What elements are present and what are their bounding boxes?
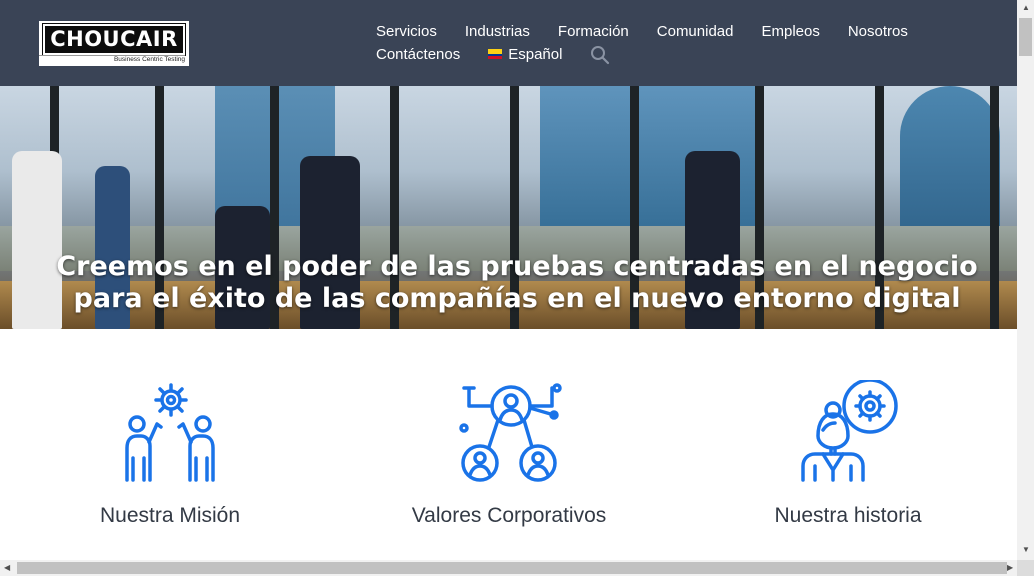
- scroll-up-arrow-icon[interactable]: ▲: [1022, 4, 1030, 12]
- language-selector[interactable]: Español: [488, 46, 562, 63]
- nav-servicios[interactable]: Servicios: [376, 23, 437, 40]
- nav-formacion[interactable]: Formación: [558, 23, 629, 40]
- vertical-scrollbar[interactable]: ▲ ▼: [1017, 0, 1034, 560]
- nav-row-1: Servicios Industrias Formación Comunidad…: [376, 20, 936, 43]
- nav-comunidad[interactable]: Comunidad: [657, 23, 734, 40]
- feature-historia-title[interactable]: Nuestra historia: [698, 504, 998, 528]
- nav-empleos[interactable]: Empleos: [761, 23, 819, 40]
- logo-tagline: Business Centric Testing: [39, 55, 185, 63]
- hero-line-1: Creemos en el poder de las pruebas centr…: [56, 251, 978, 282]
- nav-row-2: Contáctenos Español: [376, 43, 936, 66]
- scroll-left-arrow-icon[interactable]: ◀: [4, 564, 10, 572]
- scroll-down-arrow-icon[interactable]: ▼: [1022, 546, 1030, 554]
- teamwork-gear-icon: [125, 383, 215, 482]
- hero-line-2: para el éxito de las compañías en el nue…: [73, 283, 961, 314]
- scroll-right-arrow-icon[interactable]: ▶: [1007, 564, 1013, 572]
- network-people-icon: [459, 383, 562, 482]
- main-nav: Servicios Industrias Formación Comunidad…: [376, 20, 936, 66]
- feature-valores-title[interactable]: Valores Corporativos: [359, 504, 659, 528]
- horizontal-scroll-thumb[interactable]: [17, 562, 1007, 574]
- hero-banner: Creemos en el poder de las pruebas centr…: [0, 86, 1017, 329]
- choucair-logo[interactable]: CHOUCAIR Business Centric Testing: [39, 21, 189, 66]
- search-icon[interactable]: [590, 45, 610, 65]
- feature-valores[interactable]: Valores Corporativos: [359, 380, 659, 527]
- logo-name: CHOUCAIR: [50, 27, 178, 51]
- person-gear-icon: [801, 380, 898, 482]
- nav-nosotros[interactable]: Nosotros: [848, 23, 908, 40]
- language-label: Español: [508, 46, 563, 63]
- logo-box: CHOUCAIR: [42, 23, 186, 56]
- colombia-flag-icon: [488, 48, 503, 59]
- feature-mision[interactable]: Nuestra Misión: [20, 380, 320, 527]
- hero-headline: Creemos en el poder de las pruebas centr…: [0, 251, 1017, 315]
- nav-contactenos[interactable]: Contáctenos: [376, 46, 460, 63]
- scrollbar-corner: [1017, 560, 1034, 576]
- feature-historia[interactable]: Nuestra historia: [698, 380, 998, 527]
- vertical-scroll-thumb[interactable]: [1019, 18, 1032, 56]
- site-header: CHOUCAIR Business Centric Testing Servic…: [0, 0, 1017, 86]
- nav-industrias[interactable]: Industrias: [465, 23, 530, 40]
- page-viewport: CHOUCAIR Business Centric Testing Servic…: [0, 0, 1017, 560]
- horizontal-scrollbar[interactable]: ◀ ▶: [0, 560, 1017, 576]
- feature-mision-title[interactable]: Nuestra Misión: [20, 504, 320, 528]
